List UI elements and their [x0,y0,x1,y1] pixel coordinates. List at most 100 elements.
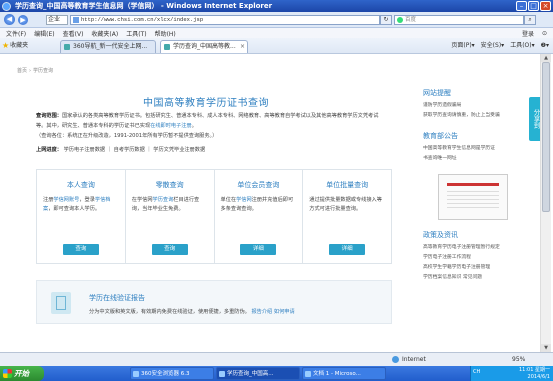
query-button[interactable]: 查询 [62,244,99,255]
verify-desc-text: 分为中文版和英文版，有效期内免费在线验证，使用便捷，多重防伪。 [89,309,250,315]
menu-tools[interactable]: 工具(T) [126,29,146,38]
forward-arrow-icon[interactable]: ▶ [18,15,28,25]
tab-label: 360导航_新一代安全上网... [73,43,148,50]
sidebar-link[interactable]: 中国高等教育学生信息网是学历证 [423,144,523,154]
language-indicator[interactable]: CH [473,369,480,375]
page-icon [73,17,79,23]
card-title: 单位会员查询 [237,181,280,189]
taskbar-item-label: 360安全浏览器 6.3 [141,371,190,377]
tab-360-navigation[interactable]: 360导航_新一代安全上网... [60,40,156,53]
favorites-tab-bar: ★ 收藏夹 360导航_新一代安全上网... 学历查询_中国高等教... × 页… [0,38,553,54]
clock-day: 星期一 [534,367,550,373]
vertical-scrollbar[interactable]: ▲ ▼ [540,54,551,352]
query-cards: 本人查询 注册学信网账号，登录学信档案，即可查询本人学历。 查询 零散查询 在学… [36,169,392,264]
search-engine-icon [397,17,403,23]
card-title: 零散查询 [155,181,184,189]
close-button[interactable]: × [540,1,551,11]
app-icon [133,371,139,377]
verify-desc: 分为中文版和英文版，有效期内免费在线验证，使用便捷，多重防伪。 报告介绍 如何申… [89,308,295,315]
start-button[interactable]: 开始 [0,366,44,381]
taskbar-item-label: 学历查询_中国高... [227,371,274,377]
tab-xueli-chaxun[interactable]: 学历查询_中国高等教... × [160,40,248,53]
system-tray: CH 11:01 星期一 2014/6/1 [470,366,553,381]
scroll-up-arrow-icon[interactable]: ▲ [541,54,551,62]
scroll-down-arrow-icon[interactable]: ▼ [541,344,551,352]
card-desc: 在学信网学历查询栏目进行查询，当年毕业生免费。 [132,196,208,214]
card-link[interactable]: 学信网 [236,197,252,203]
scope-link[interactable]: 在线即时电子注册 [150,123,192,129]
detail-button[interactable]: 详细 [240,244,277,255]
search-button[interactable]: ⌕ [524,15,536,25]
notice-document-thumbnail[interactable] [438,174,508,220]
entrance-link[interactable]: 学历文凭毕业注册数据 [153,147,205,153]
maximize-button[interactable]: □ [528,1,539,11]
window-title-bar: 学历查询_中国高等教育学生信息网（学信网） - Windows Internet… [0,0,553,12]
menu-edit[interactable]: 编辑(E) [34,29,54,38]
refresh-button[interactable]: ↻ [380,15,392,25]
command-bar: 页面(P)▾ 安全(S)▾ 工具(O)▾ ❷▾ [451,41,549,51]
app-icon [305,371,311,377]
sidebar-link[interactable]: 高校学生学籍学历电子注册管理 [423,263,523,273]
settings-icon[interactable]: ⊙ [542,30,547,37]
sidebar-section-title: 网站提醒 [423,89,451,97]
online-entrances: 上网进度： 学历电子注册数据 ｜ 自考学历数据 ｜ 学历文凭毕业注册数据 [36,147,206,153]
card-desc-text: 单位在 [220,197,237,203]
search-input[interactable]: 百度 [394,15,524,25]
tools-menu[interactable]: 工具(O)▾ [510,41,534,51]
card-desc: 单位在学信网注册并充值后即可多条查询查询。 [221,196,297,214]
favorites-button[interactable]: ★ 收藏夹 [2,41,28,51]
card-member-query: 单位会员查询 单位在学信网注册并充值后即可多条查询查询。 详细 [215,170,304,263]
sidebar-section-title: 政策及资讯 [423,231,458,239]
scope-description: 查询范围：国家承认的各类高等教育学历证书。包括研究生、普通本专科、成人本专科、网… [36,113,379,139]
detail-button[interactable]: 详细 [329,244,366,255]
card-desc-text: ，即可查询本人学历。 [48,206,101,212]
sidebar-section-reminder: 网站提醒 谨防学历造假骗局 获取学历查询请慎重，防止上当受骗 [423,88,523,121]
card-link[interactable]: 学信网账号 [53,197,79,203]
sidebar-link[interactable]: 学历档案信息知识 常见问题 [423,273,523,283]
favorites-label: 收藏夹 [10,42,29,49]
breadcrumb-home[interactable]: 首页 [17,68,27,74]
entrance-link[interactable]: 自考学历数据 [114,147,145,153]
verify-title[interactable]: 学历在线验证报告 [89,293,145,303]
address-input[interactable]: http://www.chsi.com.cn/xlcx/index.jsp [70,15,380,25]
sidebar-section-title: 教育部公告 [423,132,458,140]
query-button[interactable]: 查询 [151,244,188,255]
sidebar-link[interactable]: 谨防学历造假骗局 [423,101,523,111]
company-select[interactable]: 企业 [46,15,68,25]
menu-favorites[interactable]: 收藏夹(A) [91,29,118,38]
card-scattered-query: 零散查询 在学信网学历查询栏目进行查询，当年毕业生免费。 查询 [126,170,215,263]
entrance-link[interactable]: 学历电子注册数据 [64,147,106,153]
sidebar-link[interactable]: 学历电子注册工作流程 [423,253,523,263]
menu-help[interactable]: 帮助(H) [155,29,176,38]
minimize-button[interactable]: – [516,1,527,11]
menu-file[interactable]: 文件(F) [6,29,26,38]
taskbar-item-360browser[interactable]: 360安全浏览器 6.3 [130,367,214,380]
card-link[interactable]: 学历查询 [153,197,174,203]
sidebar-section-policy: 政策及资讯 高等教育学历电子注册管理暂行规定 学历电子注册工作流程 高校学生学籍… [423,230,523,283]
taskbar-item-ie[interactable]: 学历查询_中国高... [216,367,300,380]
sidebar-link[interactable]: 获取学历查询请慎重，防止上当受骗 [423,111,523,121]
menu-view[interactable]: 查看(V) [63,29,84,38]
card-batch-query: 单位批量查询 通过提供批量数据或专线接入等方式可进行批量查询。 详细 [303,170,391,263]
help-menu[interactable]: ❷▾ [541,41,549,51]
verification-report-box: 学历在线验证报告 分为中文版和英文版，有效期内免费在线验证，使用便捷，多重防伪。… [36,280,392,324]
address-toolbar: ◀ ▶ 企业 http://www.chsi.com.cn/xlcx/index… [0,12,553,28]
report-intro-link[interactable]: 报告介绍 [251,309,272,315]
safety-menu[interactable]: 安全(S)▾ [481,41,505,51]
sidebar-link[interactable]: 书查询唯一网址 [423,154,523,164]
clock-date: 2014/6/1 [527,373,550,380]
tab-close-icon[interactable]: × [240,41,245,53]
address-url: http://www.chsi.com.cn/xlcx/index.jsp [81,16,204,23]
sidebar-link[interactable]: 高等教育学历电子注册管理暂行规定 [423,243,523,253]
zoom-level[interactable]: 95% [512,353,525,366]
scope-text: 国家承认的各类高等教育学历证书。包括研究生、普通本专科、成人本专科、网络教育、高… [36,113,379,129]
star-icon: ★ [2,41,10,50]
scroll-thumb[interactable] [542,62,550,212]
back-arrow-icon[interactable]: ◀ [4,14,15,25]
login-link[interactable]: 登录 [522,29,534,38]
clock[interactable]: 11:01 星期一 2014/6/1 [519,367,550,380]
page-menu[interactable]: 页面(P)▾ [451,41,474,51]
how-to-apply-link[interactable]: 如何申请 [274,309,295,315]
ie-logo-icon [2,1,11,11]
taskbar-item-word[interactable]: 文档 1 - Microso... [302,367,386,380]
